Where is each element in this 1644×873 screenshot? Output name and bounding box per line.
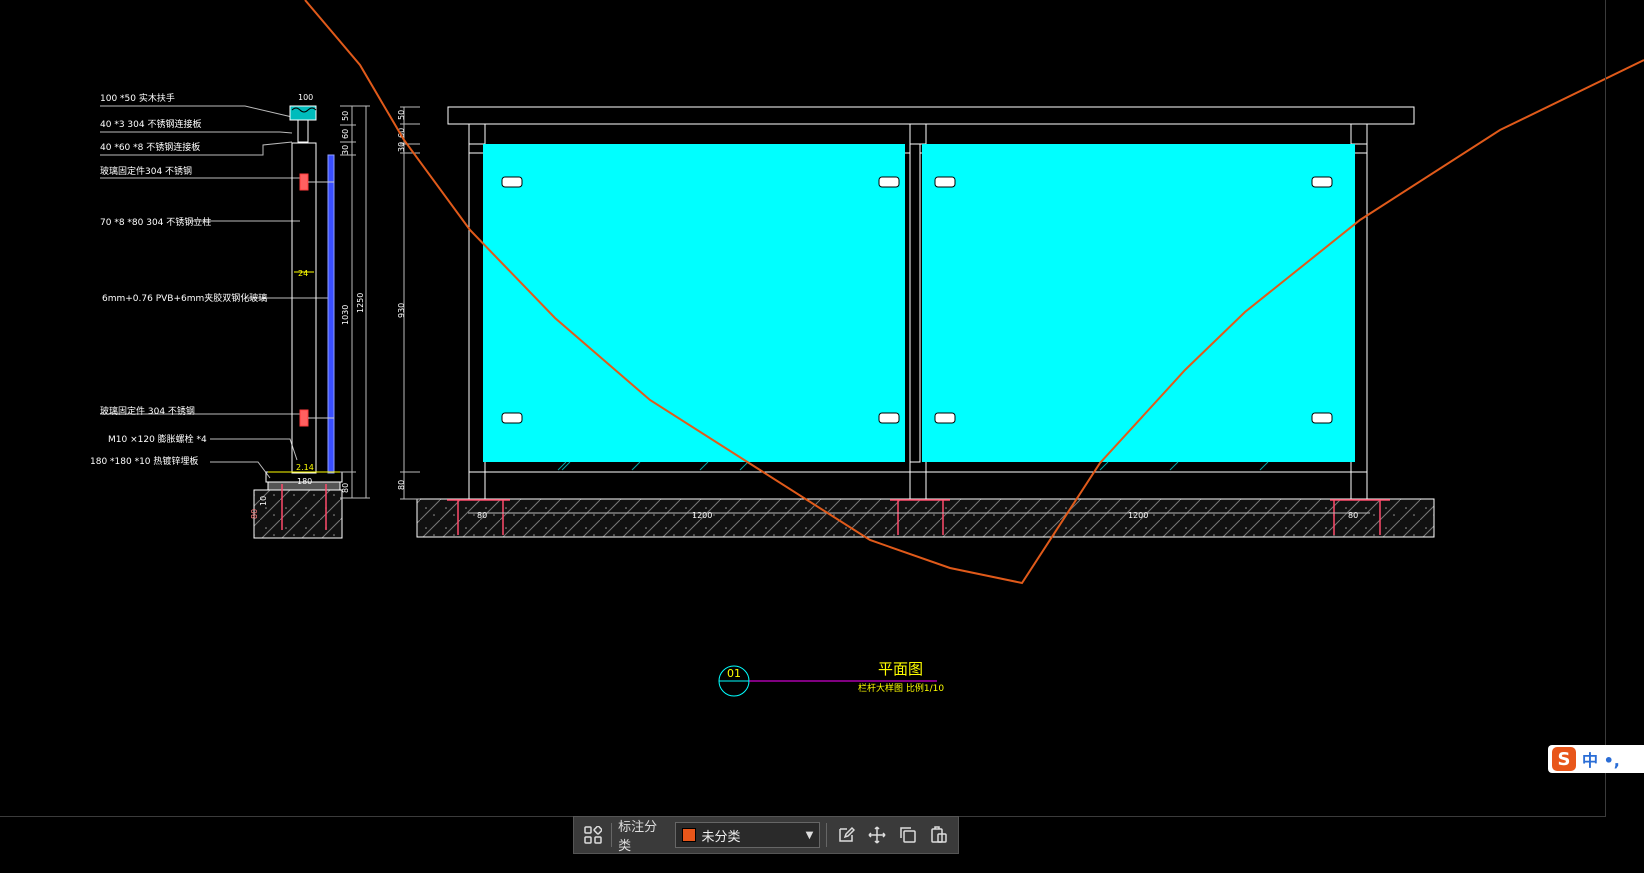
glass-panel-left <box>483 144 905 462</box>
title-main: 平面图 <box>878 660 923 678</box>
paste-icon[interactable] <box>927 822 952 848</box>
handrail-elevation <box>447 106 1415 125</box>
ime-widget[interactable]: S 中 •, <box>1548 745 1644 773</box>
section-detail: 100 *50 实木扶手 40 *3 304 不锈钢连接板 40 *60 *8 … <box>90 92 370 539</box>
move-icon[interactable] <box>864 822 889 848</box>
glass-panel-right <box>922 144 1355 462</box>
category-color-swatch <box>681 828 696 842</box>
section-label-4: 70 *8 *80 304 不锈钢立柱 <box>100 216 211 228</box>
dim-50: 50 <box>341 111 350 121</box>
viewport-right-edge <box>1605 0 1606 816</box>
concrete-slab <box>416 498 1435 538</box>
dim-1030: 1030 <box>341 305 350 325</box>
grid-icon[interactable] <box>580 822 605 848</box>
sogou-logo-icon: S <box>1552 747 1576 771</box>
category-dropdown-value: 未分类 <box>701 829 741 845</box>
elev-dim-bottom-80b: 80 <box>1348 511 1358 520</box>
section-label-5: 6mm+0.76 PVB+6mm夹胶双钢化玻璃 <box>102 292 267 304</box>
elev-dim-bottom-1200b: 1200 <box>1128 511 1148 520</box>
section-label-3: 玻璃固定件304 不锈钢 <box>100 165 192 177</box>
section-label-1: 40 *3 304 不锈钢连接板 <box>100 118 201 130</box>
elev-dim-50: 50 <box>397 110 406 120</box>
section-label-2: 40 *60 *8 不锈钢连接板 <box>100 141 200 153</box>
title-block: 01 平面图 栏杆大样图 比例1/10 <box>718 660 944 697</box>
dim-1250: 1250 <box>356 293 365 313</box>
annotation-category-label: 标注分类 <box>618 820 658 854</box>
chevron-down-icon: ▼ <box>805 829 814 841</box>
title-sub: 栏杆大样图 比例1/10 <box>858 682 944 694</box>
cad-canvas[interactable]: 100 *50 实木扶手 40 *3 304 不锈钢连接板 40 *60 *8 … <box>0 0 1644 873</box>
title-number: 01 <box>727 667 741 680</box>
dim-24: 24 <box>298 269 308 278</box>
dim-80b: 80 <box>250 509 259 519</box>
section-label-6: 玻璃固定件 304 不锈钢 <box>100 405 195 417</box>
annotation-category-dropdown[interactable]: 未分类 ▼ <box>674 822 821 848</box>
elev-dim-bottom-1200a: 1200 <box>692 511 712 520</box>
elev-dim-30: 30 <box>397 142 406 152</box>
elevation-drawing: 50 60 30 930 80 80 1200 1200 80 <box>397 106 1435 538</box>
elev-dim-bottom-80a: 80 <box>477 511 487 520</box>
section-label-0: 100 *50 实木扶手 <box>100 92 175 104</box>
copy-icon[interactable] <box>896 822 921 848</box>
dim-214: 2.14 <box>296 463 314 472</box>
section-label-8: 180 *180 *10 热镀锌埋板 <box>90 455 198 467</box>
dim-30: 30 <box>341 145 350 155</box>
elev-dim-930: 930 <box>397 303 406 318</box>
toolbar-separator <box>611 823 613 847</box>
dim-10: 10 <box>259 496 268 506</box>
toolbar-separator <box>826 823 828 847</box>
annotation-toolbar: 标注分类 未分类 ▼ <box>573 816 959 854</box>
glass-section <box>327 154 335 474</box>
dim-60: 60 <box>341 129 350 139</box>
ime-mode-text: 中 •, <box>1582 751 1620 770</box>
dim-top-width: 100 <box>298 93 313 102</box>
dim-80: 80 <box>341 483 350 493</box>
elev-dim-80: 80 <box>397 480 406 490</box>
edit-icon[interactable] <box>833 822 858 848</box>
section-label-7: M10 ×120 膨胀螺栓 *4 <box>108 433 207 445</box>
dim-base: 180 <box>297 477 312 486</box>
